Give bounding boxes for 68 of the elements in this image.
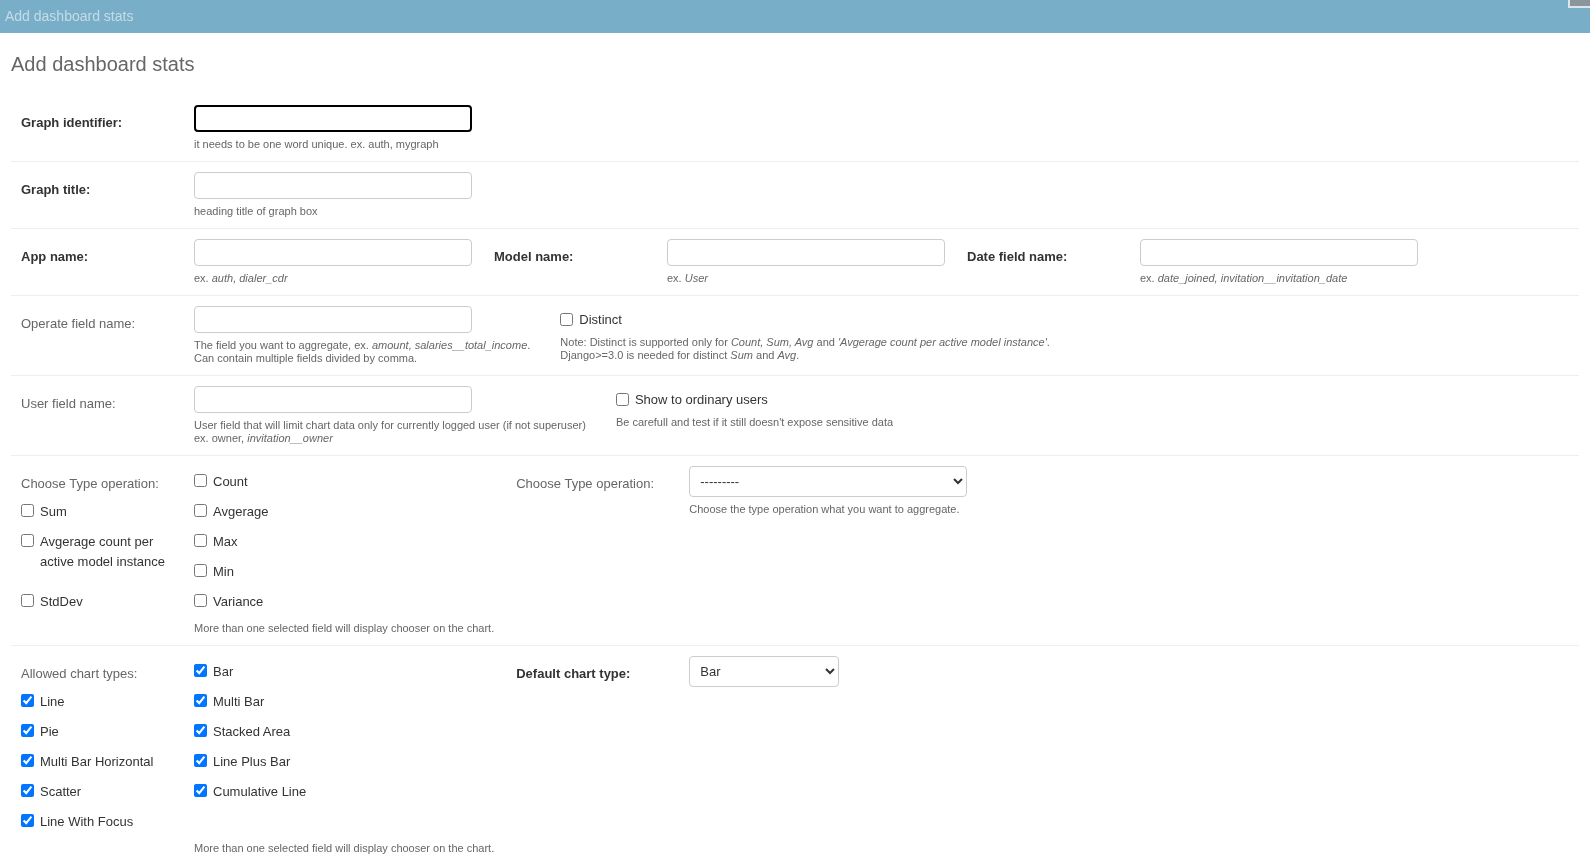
checkbox-label[interactable]: Line bbox=[40, 692, 65, 716]
checkbox-label[interactable]: Avgerage bbox=[213, 502, 269, 526]
page-title: Add dashboard stats bbox=[11, 52, 196, 77]
checkbox[interactable] bbox=[194, 754, 207, 767]
checkbox-label[interactable]: Line Plus Bar bbox=[213, 752, 291, 776]
checkbox[interactable] bbox=[21, 594, 34, 607]
checkbox-label[interactable]: Variance bbox=[213, 592, 264, 616]
checkbox-label[interactable]: Max bbox=[213, 532, 238, 556]
help-text: it needs to be one word unique. ex. auth, mygraph bbox=[194, 138, 440, 151]
checkbox-label[interactable]: Stacked Area bbox=[213, 722, 291, 746]
field-label: Graph identifier: bbox=[21, 114, 124, 132]
checkbox[interactable] bbox=[21, 534, 34, 547]
checkbox-label[interactable]: Show to ordinary users bbox=[634, 390, 768, 410]
checkbox[interactable] bbox=[21, 724, 34, 737]
dropdown[interactable]: --------- bbox=[689, 466, 968, 497]
checkbox[interactable] bbox=[194, 594, 207, 607]
dropdown[interactable]: Bar bbox=[689, 656, 840, 687]
checkbox[interactable] bbox=[194, 694, 207, 707]
field-label: Graph title: bbox=[21, 181, 92, 199]
help-text: User field that will limit chart data only for currently logged user (if not superuser) ex. owner, invitation__owner bbox=[194, 419, 586, 445]
help-text: ex. User bbox=[667, 272, 709, 285]
checkbox[interactable] bbox=[194, 534, 207, 547]
checkbox-label[interactable]: Avgerage count per active model instance bbox=[40, 532, 184, 576]
checkbox[interactable] bbox=[194, 564, 207, 577]
help-text: More than one selected field will display chooser on the chart. bbox=[194, 622, 495, 635]
field-label: Allowed chart types: bbox=[21, 665, 139, 683]
checkbox[interactable] bbox=[21, 784, 34, 797]
checkbox-label[interactable]: Bar bbox=[213, 662, 234, 686]
checkbox[interactable] bbox=[194, 664, 207, 677]
checkbox-label[interactable]: Scatter bbox=[40, 782, 82, 806]
checkbox-label[interactable]: Sum bbox=[40, 502, 67, 526]
field-label: User field name: bbox=[21, 395, 117, 413]
corner-control[interactable] bbox=[1568, 0, 1590, 8]
checkbox-label[interactable]: Distinct bbox=[579, 310, 622, 330]
checkbox[interactable] bbox=[615, 393, 629, 407]
checkbox[interactable] bbox=[194, 474, 207, 487]
help-text: Choose the type operation what you want to aggregate. bbox=[689, 503, 961, 516]
checkbox-label[interactable]: Pie bbox=[40, 722, 59, 746]
checkbox-label[interactable]: Line With Focus bbox=[40, 812, 134, 836]
checkbox-label[interactable]: Count bbox=[213, 472, 248, 496]
checkbox[interactable] bbox=[21, 694, 34, 707]
checkbox[interactable] bbox=[194, 724, 207, 737]
checkbox-label[interactable]: StdDev bbox=[40, 592, 83, 616]
checkbox-label[interactable]: Multi Bar Horizontal bbox=[40, 752, 154, 776]
checkbox[interactable] bbox=[560, 313, 574, 327]
checkbox[interactable] bbox=[21, 754, 34, 767]
help-text: Note: Distinct is supported only for Count, Sum, Avg and 'Avgerage count per active model instance'. Django>=3.0 is needed for distinct Sum and Avg. bbox=[560, 335, 1050, 362]
help-text: More than one selected field will display chooser on the chart. bbox=[194, 842, 495, 855]
checkbox-label[interactable]: Multi Bar bbox=[213, 692, 265, 716]
field-label: Model name: bbox=[494, 248, 575, 266]
help-text: Be carefull and test if it still doesn't expose sensitive data bbox=[615, 415, 894, 429]
field-label: Choose Type operation: bbox=[21, 475, 160, 493]
help-text: ex. auth, dialer_cdr bbox=[194, 272, 289, 285]
field-label: Date field name: bbox=[967, 248, 1069, 266]
help-text: heading title of graph box bbox=[194, 205, 319, 218]
help-text: ex. date_joined, invitation__invitation_date bbox=[1140, 272, 1349, 285]
field-label: Operate field name: bbox=[21, 315, 137, 333]
checkbox[interactable] bbox=[194, 784, 207, 797]
help-text: The field you want to aggregate, ex. amount, salaries__total_income. Can contain multiple fields divided by comma. bbox=[194, 339, 531, 365]
checkbox-label[interactable]: Min bbox=[213, 562, 234, 586]
field-label: Choose Type operation: bbox=[516, 475, 656, 493]
checkbox[interactable] bbox=[21, 814, 34, 827]
field-label: App name: bbox=[21, 248, 90, 266]
checkbox[interactable] bbox=[21, 504, 34, 517]
checkbox[interactable] bbox=[194, 504, 207, 517]
field-label: Default chart type: bbox=[516, 665, 632, 683]
checkbox-label[interactable]: Cumulative Line bbox=[213, 782, 307, 806]
text-input[interactable] bbox=[194, 105, 472, 132]
